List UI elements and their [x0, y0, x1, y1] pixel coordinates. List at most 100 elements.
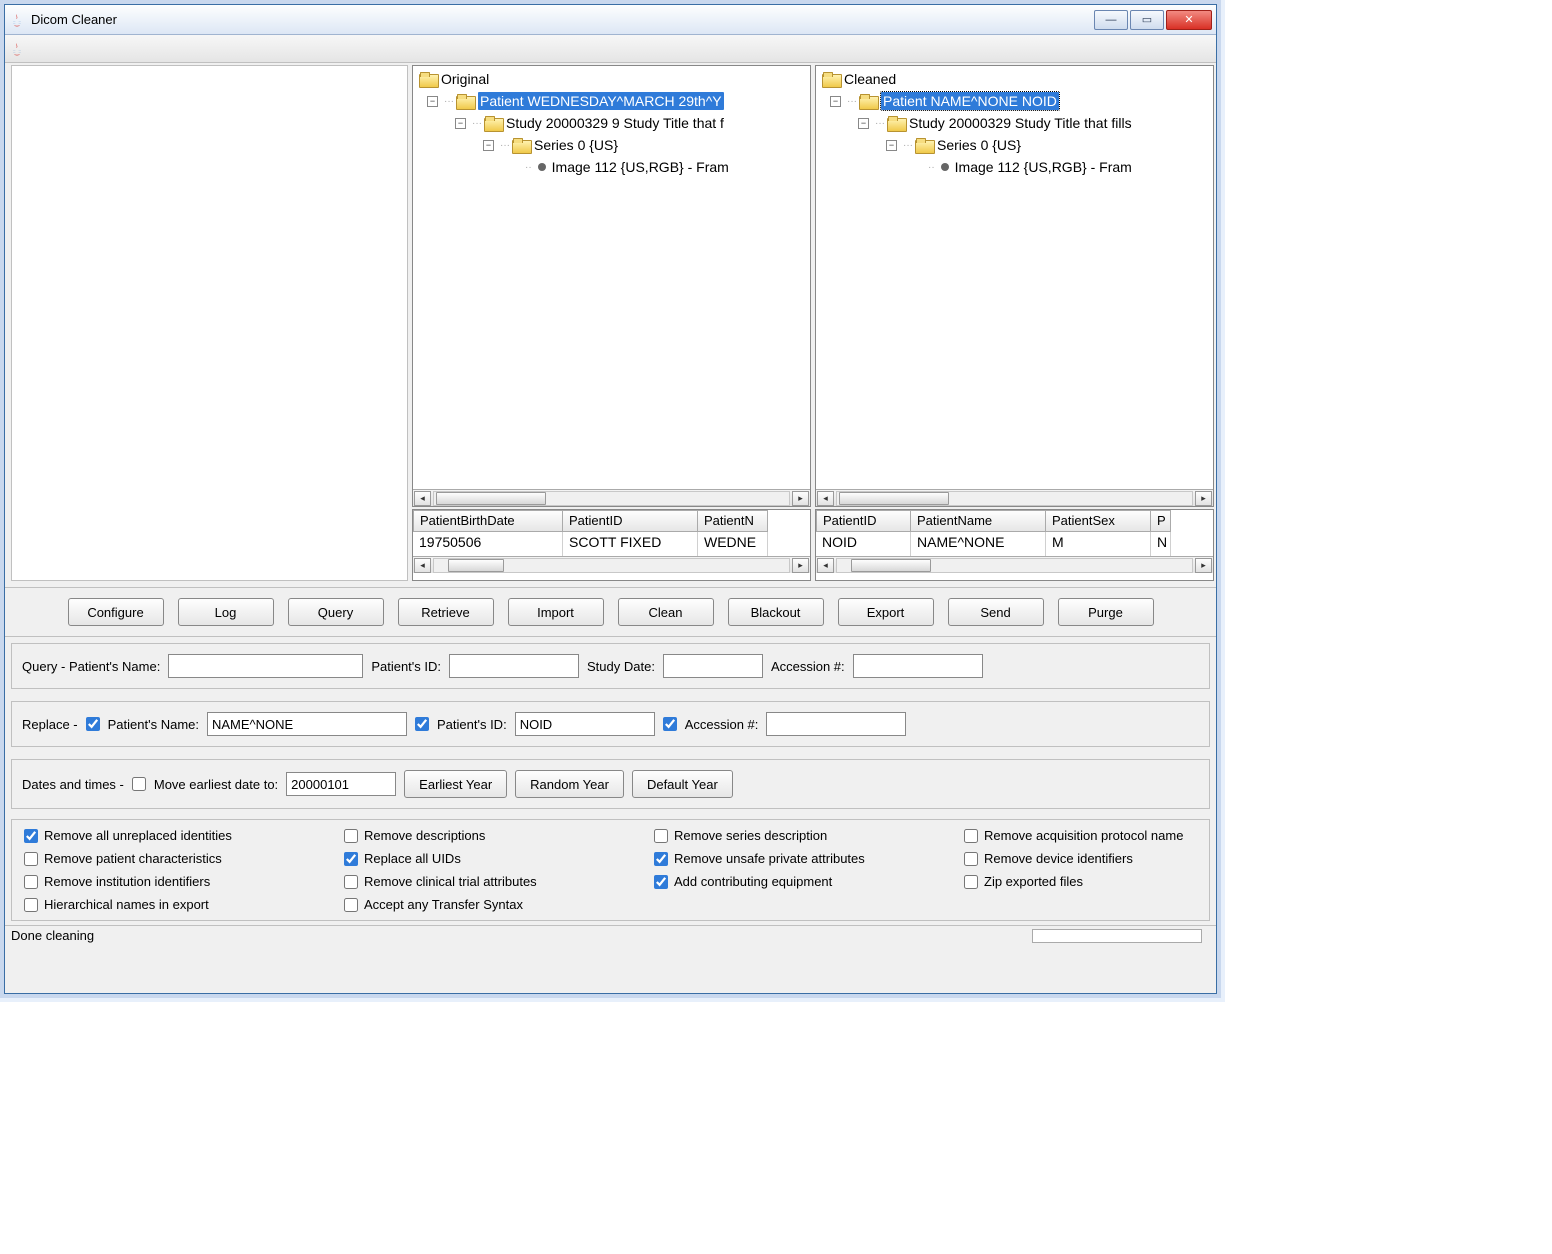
replace-name-checkbox[interactable]: [86, 717, 100, 731]
replace-name-input[interactable]: [207, 712, 407, 736]
option-remove_clinical_trial[interactable]: Remove clinical trial attributes: [344, 874, 634, 889]
scroll-track[interactable]: [836, 558, 1193, 573]
tree-expander[interactable]: −: [886, 140, 897, 151]
option-remove_institution[interactable]: Remove institution identifiers: [24, 874, 324, 889]
option-remove_unsafe_priv-checkbox[interactable]: [654, 852, 668, 866]
h-scrollbar[interactable]: ◂ ▸: [816, 489, 1213, 506]
original-tree[interactable]: Original − ··· Patient WEDNESDAY^MARCH 2…: [412, 65, 811, 507]
option-add_contrib_equip[interactable]: Add contributing equipment: [654, 874, 944, 889]
option-remove_unsafe_priv[interactable]: Remove unsafe private attributes: [654, 851, 944, 866]
scroll-left-icon[interactable]: ◂: [414, 558, 431, 573]
option-replace_uids-checkbox[interactable]: [344, 852, 358, 866]
option-remove_series_desc[interactable]: Remove series description: [654, 828, 944, 843]
option-remove_patient_char[interactable]: Remove patient characteristics: [24, 851, 324, 866]
tree-study[interactable]: − ··· Study 20000329 9 Study Title that …: [413, 112, 810, 134]
table-row[interactable]: 19750506 SCOTT FIXED WEDNE: [413, 532, 810, 556]
option-remove_clinical_trial-checkbox[interactable]: [344, 875, 358, 889]
query-button[interactable]: Query: [288, 598, 384, 626]
query-id-input[interactable]: [449, 654, 579, 678]
minimize-button[interactable]: —: [1094, 10, 1128, 30]
import-button[interactable]: Import: [508, 598, 604, 626]
titlebar[interactable]: Dicom Cleaner — ▭ ✕: [5, 5, 1216, 35]
option-remove_descriptions[interactable]: Remove descriptions: [344, 828, 634, 843]
random-year-button[interactable]: Random Year: [515, 770, 624, 798]
option-hierarchical_names[interactable]: Hierarchical names in export: [24, 897, 324, 912]
configure-button[interactable]: Configure: [68, 598, 164, 626]
send-button[interactable]: Send: [948, 598, 1044, 626]
scroll-left-icon[interactable]: ◂: [817, 558, 834, 573]
scroll-right-icon[interactable]: ▸: [1195, 491, 1212, 506]
option-replace_uids[interactable]: Replace all UIDs: [344, 851, 634, 866]
table-row[interactable]: NOID NAME^NONE M N: [816, 532, 1213, 556]
replace-accession-checkbox[interactable]: [663, 717, 677, 731]
h-scrollbar[interactable]: ◂ ▸: [816, 556, 1213, 573]
scroll-thumb[interactable]: [436, 492, 546, 505]
tree-image[interactable]: ·· Image 112 {US,RGB} - Fram: [413, 156, 810, 178]
scroll-right-icon[interactable]: ▸: [792, 558, 809, 573]
scroll-track[interactable]: [836, 491, 1193, 506]
cleaned-table[interactable]: PatientID PatientName PatientSex P NOID …: [815, 509, 1214, 581]
replace-accession-input[interactable]: [766, 712, 906, 736]
move-date-checkbox[interactable]: [132, 777, 146, 791]
option-remove_series_desc-checkbox[interactable]: [654, 829, 668, 843]
tree-expander[interactable]: −: [858, 118, 869, 129]
scroll-track[interactable]: [433, 491, 790, 506]
query-date-input[interactable]: [663, 654, 763, 678]
default-year-button[interactable]: Default Year: [632, 770, 733, 798]
option-remove_acq_proto[interactable]: Remove acquisition protocol name: [964, 828, 1197, 843]
replace-id-checkbox[interactable]: [415, 717, 429, 731]
export-button[interactable]: Export: [838, 598, 934, 626]
scroll-thumb[interactable]: [448, 559, 504, 572]
option-zip_exported[interactable]: Zip exported files: [964, 874, 1197, 889]
maximize-button[interactable]: ▭: [1130, 10, 1164, 30]
tree-image[interactable]: ·· Image 112 {US,RGB} - Fram: [816, 156, 1213, 178]
option-zip_exported-checkbox[interactable]: [964, 875, 978, 889]
tree-patient[interactable]: − ··· Patient NAME^NONE NOID: [816, 90, 1213, 112]
tree-expander[interactable]: −: [830, 96, 841, 107]
original-table[interactable]: PatientBirthDate PatientID PatientN 1975…: [412, 509, 811, 581]
option-remove_device-checkbox[interactable]: [964, 852, 978, 866]
log-button[interactable]: Log: [178, 598, 274, 626]
tree-patient[interactable]: − ··· Patient WEDNESDAY^MARCH 29th^Y: [413, 90, 810, 112]
column-header[interactable]: PatientSex: [1046, 510, 1151, 532]
scroll-thumb[interactable]: [839, 492, 949, 505]
replace-id-input[interactable]: [515, 712, 655, 736]
purge-button[interactable]: Purge: [1058, 598, 1154, 626]
close-button[interactable]: ✕: [1166, 10, 1212, 30]
tree-series[interactable]: − ··· Series 0 {US}: [816, 134, 1213, 156]
option-remove_institution-checkbox[interactable]: [24, 875, 38, 889]
column-header[interactable]: PatientID: [816, 510, 911, 532]
blackout-button[interactable]: Blackout: [728, 598, 824, 626]
scroll-right-icon[interactable]: ▸: [1195, 558, 1212, 573]
query-name-input[interactable]: [168, 654, 363, 678]
column-header[interactable]: PatientN: [698, 510, 768, 532]
option-hierarchical_names-checkbox[interactable]: [24, 898, 38, 912]
column-header[interactable]: PatientBirthDate: [413, 510, 563, 532]
clean-button[interactable]: Clean: [618, 598, 714, 626]
h-scrollbar[interactable]: ◂ ▸: [413, 556, 810, 573]
cleaned-tree[interactable]: Cleaned − ··· Patient NAME^NONE NOID − ·…: [815, 65, 1214, 507]
scroll-right-icon[interactable]: ▸: [792, 491, 809, 506]
scroll-track[interactable]: [433, 558, 790, 573]
option-remove_device[interactable]: Remove device identifiers: [964, 851, 1197, 866]
tree-expander[interactable]: −: [427, 96, 438, 107]
scroll-left-icon[interactable]: ◂: [817, 491, 834, 506]
option-accept_any_ts[interactable]: Accept any Transfer Syntax: [344, 897, 634, 912]
tree-expander[interactable]: −: [483, 140, 494, 151]
tree-root[interactable]: Original: [413, 68, 810, 90]
option-remove_unreplaced-checkbox[interactable]: [24, 829, 38, 843]
scroll-left-icon[interactable]: ◂: [414, 491, 431, 506]
tree-study[interactable]: − ··· Study 20000329 Study Title that fi…: [816, 112, 1213, 134]
option-remove_unreplaced[interactable]: Remove all unreplaced identities: [24, 828, 324, 843]
move-date-input[interactable]: [286, 772, 396, 796]
retrieve-button[interactable]: Retrieve: [398, 598, 494, 626]
option-remove_acq_proto-checkbox[interactable]: [964, 829, 978, 843]
earliest-year-button[interactable]: Earliest Year: [404, 770, 507, 798]
option-accept_any_ts-checkbox[interactable]: [344, 898, 358, 912]
option-add_contrib_equip-checkbox[interactable]: [654, 875, 668, 889]
option-remove_patient_char-checkbox[interactable]: [24, 852, 38, 866]
tree-expander[interactable]: −: [455, 118, 466, 129]
tree-series[interactable]: − ··· Series 0 {US}: [413, 134, 810, 156]
column-header[interactable]: PatientID: [563, 510, 698, 532]
query-accession-input[interactable]: [853, 654, 983, 678]
